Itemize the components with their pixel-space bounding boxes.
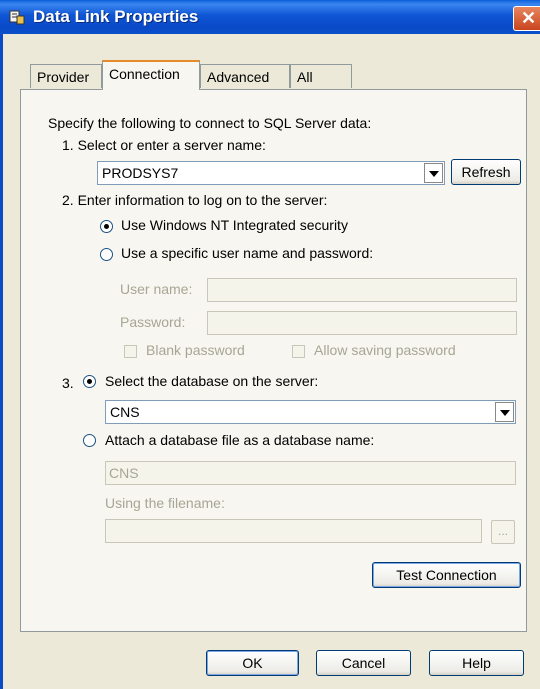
- filename-field[interactable]: [105, 519, 482, 543]
- attach-database-name-value: CNS: [109, 465, 139, 481]
- attach-database-name-field[interactable]: CNS: [105, 461, 516, 485]
- user-name-field[interactable]: [207, 278, 517, 302]
- step3-number: 3.: [62, 375, 74, 391]
- chevron-down-icon[interactable]: [424, 163, 443, 183]
- radio-attach-database[interactable]: [83, 434, 96, 447]
- browse-button[interactable]: ...: [491, 520, 515, 544]
- specific-user-label: Use a specific user name and password:: [121, 245, 374, 261]
- filename-label: Using the filename:: [105, 495, 225, 511]
- allow-saving-checkbox[interactable]: [292, 345, 305, 358]
- radio-specific-user[interactable]: [100, 248, 113, 261]
- select-database-label: Select the database on the server:: [105, 373, 319, 389]
- radio-select-database[interactable]: [83, 375, 96, 388]
- ellipsis-icon: ...: [498, 524, 509, 538]
- attach-database-label: Attach a database file as a database nam…: [105, 432, 375, 448]
- blank-password-label: Blank password: [146, 342, 245, 358]
- database-value: CNS: [110, 404, 140, 420]
- server-name-value: PRODSYS7: [102, 165, 179, 181]
- user-name-label: User name:: [120, 281, 193, 297]
- password-label: Password:: [120, 314, 186, 330]
- step1-label: 1. Select or enter a server name:: [62, 137, 266, 153]
- database-combo[interactable]: CNS: [105, 400, 516, 424]
- nt-security-label: Use Windows NT Integrated security: [121, 217, 348, 233]
- intro-text: Specify the following to connect to SQL …: [48, 115, 372, 131]
- step2-label: 2. Enter information to log on to the se…: [62, 192, 328, 208]
- refresh-button[interactable]: Refresh: [451, 159, 521, 185]
- password-field[interactable]: [207, 311, 517, 335]
- test-connection-button[interactable]: Test Connection: [372, 562, 521, 588]
- blank-password-checkbox[interactable]: [124, 345, 137, 358]
- server-name-combo[interactable]: PRODSYS7: [97, 161, 445, 185]
- data-link-properties-window: Data Link Properties ✕ Provider Connecti…: [0, 0, 540, 689]
- chevron-down-icon[interactable]: [495, 402, 514, 422]
- allow-saving-label: Allow saving password: [314, 342, 456, 358]
- radio-nt-security[interactable]: [100, 220, 113, 233]
